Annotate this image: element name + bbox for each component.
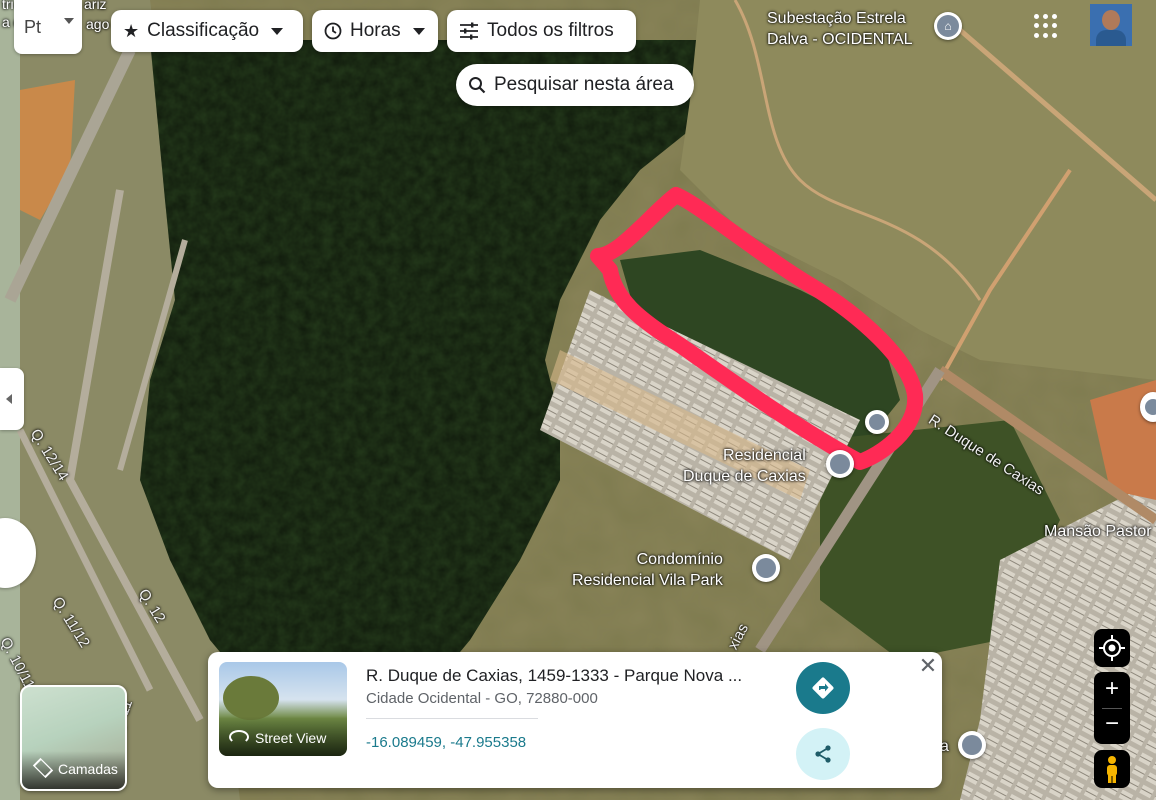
share-icon <box>815 745 831 763</box>
place-label-substation[interactable]: Subestação Estrela Dalva - OCIDENTAL <box>767 8 913 50</box>
clock-icon <box>324 22 342 40</box>
hours-filter-button[interactable]: Horas <box>312 10 438 52</box>
layers-button[interactable]: Camadas <box>20 685 127 791</box>
street-view-label: Street View <box>255 730 327 746</box>
sliders-icon <box>460 22 478 40</box>
directions-button[interactable] <box>796 662 850 714</box>
map-label-fragment: ago <box>86 16 110 32</box>
layers-label: Camadas <box>58 761 118 777</box>
pegman-button[interactable] <box>1094 750 1130 788</box>
rating-filter-label: Classificação <box>147 20 260 41</box>
zoom-in-button[interactable]: + <box>1094 672 1130 708</box>
zoom-controls: + − <box>1094 672 1130 744</box>
chevron-down-icon <box>412 27 425 35</box>
pin-icon[interactable] <box>958 731 986 759</box>
place-label-residencial-duque[interactable]: Residencial Duque de Caxias <box>683 445 806 487</box>
tab-label: Pt <box>24 16 42 37</box>
star-icon: ★ <box>123 20 140 41</box>
coordinates-text[interactable]: -16.089459, -47.955358 <box>366 734 526 751</box>
chevron-down-icon <box>271 27 284 35</box>
address-title: R. Duque de Caxias, 1459-1333 - Parque N… <box>366 666 743 685</box>
pin-icon[interactable] <box>826 450 854 478</box>
place-label-vila-park[interactable]: Condomínio Residencial Vila Park <box>572 549 723 591</box>
rating-filter-button[interactable]: ★ Classificação <box>111 10 303 52</box>
map-label-fragment: ariz <box>84 0 107 12</box>
pin-icon[interactable] <box>752 554 780 582</box>
my-location-button[interactable] <box>1094 629 1130 667</box>
all-filters-label: Todos os filtros <box>487 20 614 41</box>
avatar[interactable] <box>1090 4 1132 46</box>
chevron-down-icon[interactable] <box>64 18 74 24</box>
directions-icon <box>812 677 834 699</box>
apps-grid-icon[interactable] <box>1034 14 1058 38</box>
place-info-card[interactable]: Street View R. Duque de Caxias, 1459-133… <box>208 652 942 788</box>
crosshair-icon <box>1099 635 1125 661</box>
street-view-thumbnail[interactable]: Street View <box>219 662 347 756</box>
search-icon <box>469 77 486 94</box>
search-this-area-button[interactable]: Pesquisar nesta área <box>456 64 694 106</box>
tab-fragment[interactable]: Pt <box>14 0 82 54</box>
collapse-panel-button[interactable] <box>0 368 24 430</box>
street-view-icon <box>229 730 249 744</box>
locality-text: Cidade Ocidental - GO, 72880-000 <box>366 690 598 707</box>
bank-icon[interactable]: ⌂ <box>934 12 962 40</box>
place-label-mansao[interactable]: Mansão Pastor <box>1044 521 1152 542</box>
zoom-out-button[interactable]: − <box>1094 708 1130 744</box>
pin-icon[interactable] <box>865 410 889 434</box>
all-filters-button[interactable]: Todos os filtros <box>447 10 636 52</box>
hours-filter-label: Horas <box>350 20 401 41</box>
close-icon[interactable]: ✕ <box>916 654 940 678</box>
share-button[interactable] <box>796 728 850 780</box>
search-this-area-label: Pesquisar nesta área <box>494 74 674 95</box>
chevron-left-icon <box>6 394 12 404</box>
pegman-icon <box>1107 756 1117 783</box>
